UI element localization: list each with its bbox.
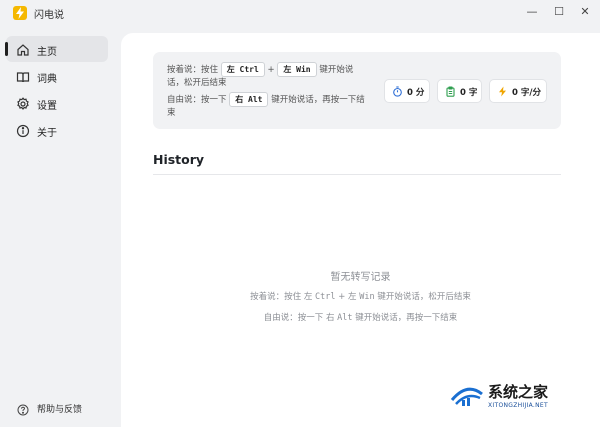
close-button[interactable]: ✕ — [576, 4, 594, 20]
sidebar-item-label: 主页 — [37, 47, 57, 58]
watermark-subtext: XITONGZHIJIA.NET — [488, 402, 548, 409]
hint-text: 按着说：按住 左 — [250, 292, 313, 302]
history-heading: History — [153, 152, 205, 167]
gear-icon — [16, 96, 30, 110]
empty-state-title: 暂无转写记录 — [330, 272, 391, 283]
divider — [153, 174, 561, 175]
hold-instructions: 按着说：按住 左 Ctrl + 左 Win 键开始说 — [167, 62, 353, 77]
main-content: 按着说：按住 左 Ctrl + 左 Win 键开始说 话，松开后结束 自由说：按… — [121, 33, 600, 427]
free-suffix-continued: 束 — [167, 108, 176, 118]
maximize-button[interactable]: ☐ — [550, 4, 568, 20]
empty-hint-hold: 按着说：按住 左 Ctrl + 左 Win 键开始说话，松开后结束 — [121, 290, 600, 302]
stat-words-value: 0 字 — [460, 88, 478, 98]
watermark-logo-icon — [450, 380, 484, 410]
stat-speed: 0 字/分 — [489, 79, 547, 103]
sidebar-item-settings[interactable]: 设置 — [6, 90, 108, 116]
watermark: 系统之家 XITONGZHIJIA.NET — [450, 378, 590, 418]
info-icon — [16, 123, 30, 138]
hint-text: 键开始说话，松开后结束 — [377, 292, 471, 302]
sidebar: 主页 词典 设置 关于 帮助与反馈 — [0, 26, 116, 427]
sidebar-item-label: 关于 — [37, 128, 57, 139]
key-left-ctrl: 左 Ctrl — [220, 62, 265, 77]
lightning-icon — [497, 86, 508, 97]
key-left-win: 左 Win — [277, 62, 317, 77]
key-right-alt: 右 Alt — [229, 92, 269, 107]
book-icon — [16, 69, 30, 83]
help-feedback-label: 帮助与反馈 — [37, 405, 83, 415]
shortcut-info-panel: 按着说：按住 左 Ctrl + 左 Win 键开始说 话，松开后结束 自由说：按… — [153, 52, 561, 129]
free-suffix: 键开始说话，再按一下结 — [271, 95, 365, 105]
free-instructions: 自由说：按一下 右 Alt 键开始说话，再按一下结 — [167, 92, 365, 107]
hold-suffix-continued: 话，松开后结束 — [167, 78, 227, 88]
stat-words: 0 字 — [437, 79, 482, 103]
hint-text: 键开始说话，再按一下结束 — [355, 313, 458, 323]
active-indicator — [5, 42, 8, 56]
hint-text: + 左 — [338, 292, 357, 302]
hint-key: Win — [359, 292, 375, 302]
hint-text: 自由说：按一下 右 — [263, 313, 335, 323]
app-title: 闪电说 — [34, 10, 64, 21]
hold-prefix: 按着说：按住 — [167, 65, 219, 75]
hint-key: Alt — [337, 313, 353, 323]
sidebar-item-dictionary[interactable]: 词典 — [6, 63, 108, 89]
clipboard-icon — [445, 86, 456, 97]
watermark-text: 系统之家 — [488, 383, 549, 401]
sidebar-item-home[interactable]: 主页 — [5, 36, 108, 62]
stat-speed-value: 0 字/分 — [512, 88, 541, 98]
app-logo-icon — [13, 6, 27, 20]
title-bar: 闪电说 — ☐ ✕ — [0, 0, 600, 26]
sidebar-item-label: 设置 — [37, 101, 57, 112]
home-icon — [16, 42, 30, 56]
stat-minutes: 0 分 — [384, 79, 430, 103]
plus-sign: + — [267, 65, 275, 75]
free-prefix: 自由说：按一下 — [167, 95, 227, 105]
empty-hint-free: 自由说：按一下 右 Alt 键开始说话，再按一下结束 — [121, 311, 600, 323]
minimize-button[interactable]: — — [523, 4, 541, 20]
sidebar-item-about[interactable]: 关于 — [6, 117, 108, 143]
stat-minutes-value: 0 分 — [407, 88, 425, 98]
hint-key: Ctrl — [315, 292, 336, 302]
hold-suffix: 键开始说 — [319, 65, 354, 75]
sidebar-item-label: 词典 — [37, 74, 57, 85]
help-icon — [17, 401, 29, 416]
stopwatch-icon — [392, 86, 403, 97]
